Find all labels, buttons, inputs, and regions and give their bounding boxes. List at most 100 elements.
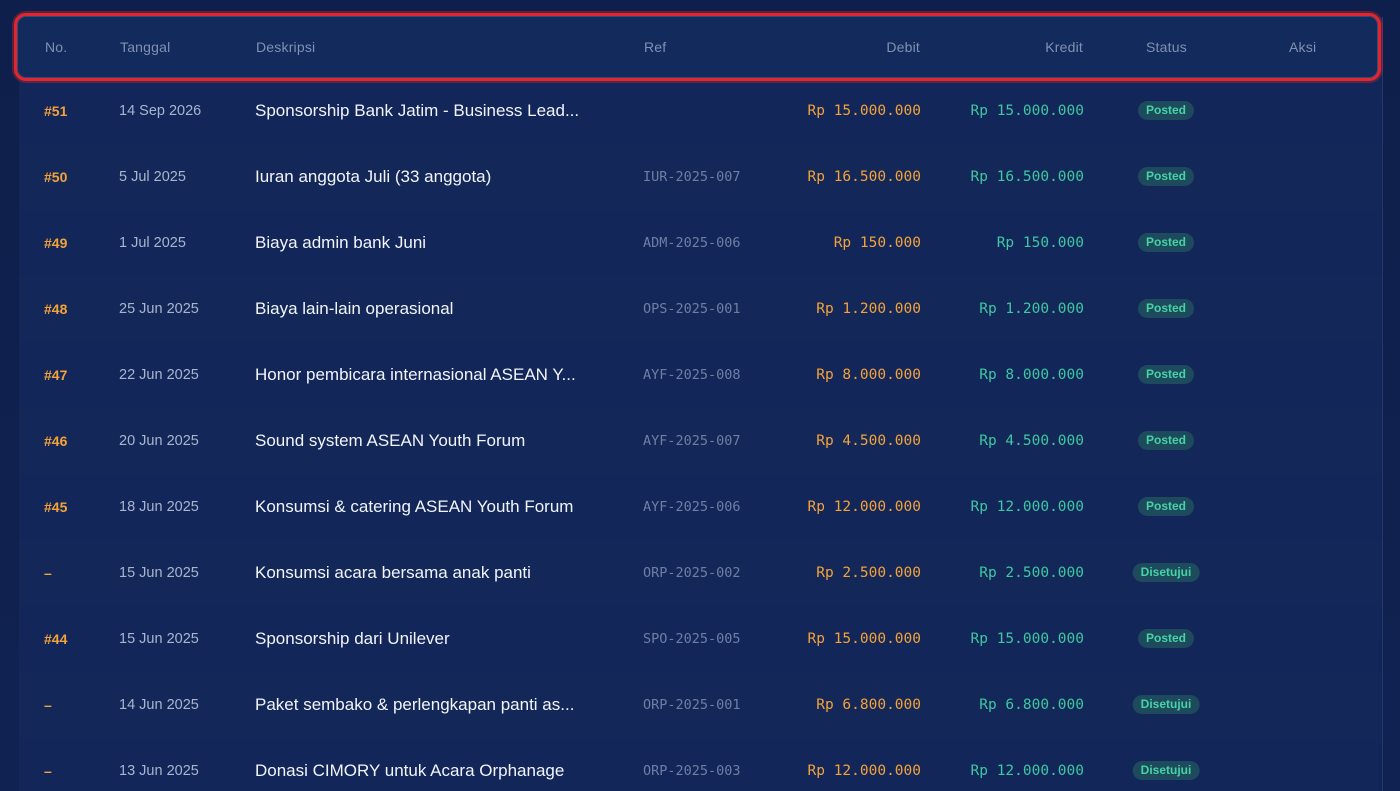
row-ref: SPO-2025-005 — [643, 631, 741, 647]
row-number[interactable]: #49 — [44, 210, 67, 276]
col-no: No. — [45, 39, 68, 55]
status-badge: Posted — [1137, 167, 1195, 187]
row-ref: ORP-2025-003 — [643, 763, 741, 779]
status-badge: Posted — [1137, 629, 1195, 649]
row-number[interactable]: #47 — [44, 342, 67, 408]
status-badge: Posted — [1137, 365, 1195, 385]
row-date: 22 Jun 2025 — [119, 367, 199, 383]
row-status: Posted — [1137, 210, 1195, 276]
row-status: Posted — [1137, 408, 1195, 474]
row-date: 15 Jun 2025 — [119, 631, 199, 647]
col-deskripsi[interactable]: Deskripsi — [256, 16, 315, 78]
table-row[interactable]: #50 5 Jul 2025 Iuran anggota Juli (33 angg… — [19, 144, 1381, 211]
status-badge: Posted — [1137, 233, 1195, 253]
row-description: Sponsorship dari Unilever — [255, 629, 450, 648]
row-date: 1 Jul 2025 — [119, 235, 186, 251]
row-debit: Rp 15.000.000 — [807, 103, 922, 119]
row-kredit: Rp 6.800.000 — [979, 697, 1084, 713]
row-number[interactable]: – — [44, 738, 52, 791]
row-status: Posted — [1137, 78, 1195, 144]
row-debit: Rp 2.500.000 — [816, 565, 921, 581]
row-number[interactable]: – — [44, 540, 52, 606]
row-status: Disetujui — [1132, 672, 1200, 738]
row-status: Posted — [1137, 144, 1195, 210]
col-aksi: Aksi — [1289, 39, 1317, 55]
status-badge: Disetujui — [1132, 761, 1200, 781]
row-kredit: Rp 8.000.000 — [979, 367, 1084, 383]
row-kredit: Rp 16.500.000 — [970, 169, 1085, 185]
col-status[interactable]: Status — [1146, 16, 1187, 78]
row-ref: IUR-2025-007 — [643, 169, 741, 185]
table-row[interactable]: – 13 Jun 2025 Donasi CIMORY untuk Acara Or… — [19, 738, 1381, 791]
status-badge: Posted — [1137, 431, 1195, 451]
col-debit[interactable]: Debit — [886, 16, 920, 78]
row-ref: ORP-2025-001 — [643, 697, 741, 713]
row-description: Sponsorship Bank Jatim - Business Lead..… — [255, 101, 580, 120]
row-debit: Rp 12.000.000 — [807, 499, 922, 515]
row-kredit: Rp 12.000.000 — [970, 763, 1085, 779]
table-row[interactable]: #47 22 Jun 2025 Honor pembicara internasio… — [19, 342, 1381, 409]
status-badge: Disetujui — [1132, 563, 1200, 583]
table-row[interactable]: – 15 Jun 2025 Konsumsi acara bersama anak … — [19, 540, 1381, 607]
status-badge: Posted — [1137, 101, 1195, 121]
row-number[interactable]: #45 — [44, 474, 67, 540]
row-date: 20 Jun 2025 — [119, 433, 199, 449]
row-ref: OPS-2025-001 — [643, 301, 741, 317]
row-debit: Rp 8.000.000 — [816, 367, 921, 383]
row-date: 14 Sep 2026 — [119, 103, 202, 119]
row-debit: Rp 4.500.000 — [816, 433, 921, 449]
row-debit: Rp 6.800.000 — [816, 697, 921, 713]
row-ref: ADM-2025-006 — [643, 235, 741, 251]
row-date: 25 Jun 2025 — [119, 301, 199, 317]
row-date: 18 Jun 2025 — [119, 499, 199, 515]
row-date: 14 Jun 2025 — [119, 697, 199, 713]
col-tanggal[interactable]: Tanggal — [120, 16, 170, 78]
row-ref: AYF-2025-007 — [643, 433, 741, 449]
row-status: Posted — [1137, 342, 1195, 408]
row-status: Disetujui — [1132, 738, 1200, 791]
row-debit: Rp 15.000.000 — [807, 631, 922, 647]
table-row[interactable]: #51 14 Sep 2026 Sponsorship Bank Jatim - B… — [19, 78, 1381, 145]
row-number[interactable]: – — [44, 672, 52, 738]
table-row[interactable]: #46 20 Jun 2025 Sound system ASEAN Youth F… — [19, 408, 1381, 475]
row-number[interactable]: #50 — [44, 144, 67, 210]
row-description: Konsumsi & catering ASEAN Youth Forum — [255, 497, 574, 516]
row-ref: AYF-2025-008 — [643, 367, 741, 383]
status-badge: Disetujui — [1132, 695, 1200, 715]
table-row[interactable]: #49 1 Jul 2025 Biaya admin bank Juni ADM-20… — [19, 210, 1381, 277]
row-date: 15 Jun 2025 — [119, 565, 199, 581]
row-kredit: Rp 150.000 — [996, 235, 1084, 251]
row-description: Sound system ASEAN Youth Forum — [255, 431, 526, 450]
table-header: No. Tanggal Deskripsi Ref Debit Kredit S… — [14, 13, 1381, 81]
status-badge: Posted — [1137, 497, 1195, 517]
row-number[interactable]: #48 — [44, 276, 67, 342]
row-kredit: Rp 2.500.000 — [979, 565, 1084, 581]
row-description: Biaya lain-lain operasional — [255, 299, 454, 318]
row-description: Biaya admin bank Juni — [255, 233, 427, 252]
table-row[interactable]: #44 15 Jun 2025 Sponsorship dari Unilever S… — [19, 606, 1381, 673]
row-ref: ORP-2025-002 — [643, 565, 741, 581]
table-row[interactable]: #48 25 Jun 2025 Biaya lain-lain operasiona… — [19, 276, 1381, 343]
row-date: 5 Jul 2025 — [119, 169, 186, 185]
row-debit: Rp 1.200.000 — [816, 301, 921, 317]
row-debit: Rp 150.000 — [833, 235, 921, 251]
col-kredit[interactable]: Kredit — [1045, 16, 1083, 78]
row-kredit: Rp 4.500.000 — [979, 433, 1084, 449]
row-number[interactable]: #46 — [44, 408, 67, 474]
row-kredit: Rp 1.200.000 — [979, 301, 1084, 317]
row-kredit: Rp 15.000.000 — [970, 103, 1085, 119]
row-ref: AYF-2025-006 — [643, 499, 741, 515]
row-number[interactable]: #44 — [44, 606, 67, 672]
row-debit: Rp 12.000.000 — [807, 763, 922, 779]
col-ref[interactable]: Ref — [644, 16, 666, 78]
row-status: Posted — [1137, 474, 1195, 540]
status-badge: Posted — [1137, 299, 1195, 319]
row-number[interactable]: #51 — [44, 78, 67, 144]
journal-page: #51 14 Sep 2026 Sponsorship Bank Jatim - B… — [0, 0, 1400, 791]
row-description: Iuran anggota Juli (33 anggota) — [255, 167, 492, 186]
row-description: Paket sembako & perlengkapan panti as... — [255, 695, 575, 714]
table-row[interactable]: – 14 Jun 2025 Paket sembako & perlengkapan… — [19, 672, 1381, 739]
row-description: Konsumsi acara bersama anak panti — [255, 563, 531, 582]
row-status: Disetujui — [1132, 540, 1200, 606]
table-row[interactable]: #45 18 Jun 2025 Konsumsi & catering ASEAN … — [19, 474, 1381, 541]
